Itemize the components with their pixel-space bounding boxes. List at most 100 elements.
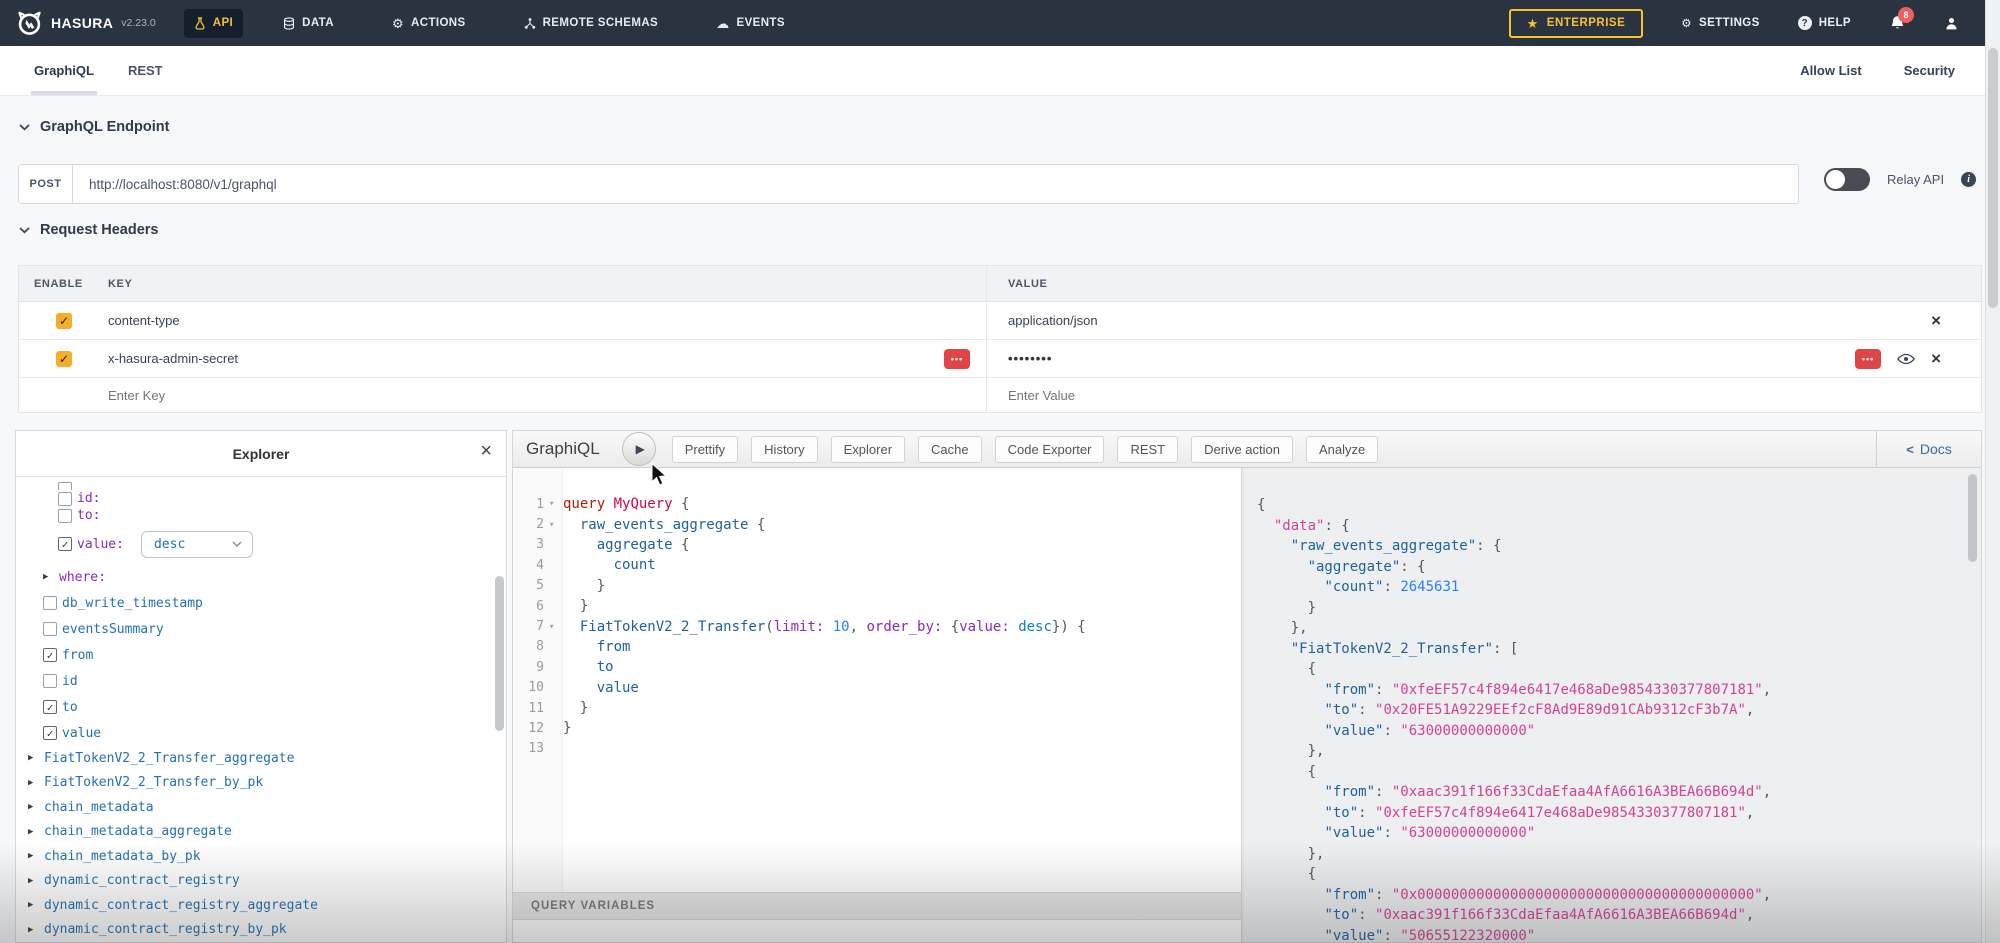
fold-arrow-icon[interactable]: ▾ (549, 499, 563, 509)
settings-button[interactable]: ⚙ SETTINGS (1681, 16, 1759, 30)
endpoint-section-toggle[interactable]: GraphQL Endpoint (19, 119, 169, 135)
expand-arrow-icon[interactable]: ▶ (43, 572, 54, 582)
derive-action-button[interactable]: Derive action (1191, 436, 1293, 463)
expand-arrow-icon[interactable]: ▶ (28, 851, 39, 861)
node-label[interactable]: FiatTokenV2_2_Transfer_by_pk (44, 775, 263, 790)
node-label[interactable]: value (62, 726, 101, 741)
query-variables-bar[interactable]: QUERY VARIABLES (513, 892, 1241, 920)
prettify-button[interactable]: Prettify (672, 436, 738, 463)
http-method-label: POST (19, 165, 73, 203)
code-exporter-button[interactable]: Code Exporter (995, 436, 1105, 463)
node-label[interactable]: chain_metadata (44, 800, 154, 815)
remove-header-icon[interactable]: × (1931, 350, 1941, 367)
expand-arrow-icon[interactable]: ▶ (28, 778, 39, 788)
query-variables-editor[interactable] (513, 920, 1241, 942)
rest-button[interactable]: REST (1117, 436, 1178, 463)
node-label[interactable]: dynamic_contract_registry_aggregate (44, 898, 318, 913)
subnav-links: Allow List Security (1800, 46, 1955, 95)
tab-rest[interactable]: REST (125, 46, 166, 95)
nav-item-actions[interactable]: ⚙ACTIONS (382, 9, 476, 38)
field-checkbox[interactable]: ✓ (43, 648, 57, 662)
brand[interactable]: HASURA v2.23.0 (16, 10, 156, 37)
field-checkbox[interactable] (43, 674, 57, 688)
node-label[interactable]: dynamic_contract_registry_by_pk (44, 922, 287, 937)
allow-list-link[interactable]: Allow List (1800, 63, 1861, 78)
field-checkbox[interactable] (43, 596, 57, 610)
admin-secret-icon[interactable]: ••• (944, 349, 970, 369)
user-menu-button[interactable] (1944, 16, 1959, 31)
explorer-button[interactable]: Explorer (831, 436, 905, 463)
expand-arrow-icon[interactable]: ▶ (28, 827, 39, 837)
field-checkbox[interactable]: ✓ (43, 700, 57, 714)
header-enabled-checkbox[interactable]: ✓ (56, 351, 72, 367)
node-label[interactable]: to: (77, 508, 100, 523)
analyze-button[interactable]: Analyze (1306, 436, 1378, 463)
node-label[interactable]: dynamic_contract_registry (44, 873, 240, 888)
header-key[interactable]: content-type (108, 313, 180, 328)
new-header-key-input[interactable] (108, 388, 898, 403)
node-label[interactable]: eventsSummary (62, 622, 164, 637)
notifications-button[interactable]: 8 (1889, 15, 1906, 32)
explorer-node-value: ✓ value (16, 720, 494, 746)
relay-api-toggle[interactable] (1824, 168, 1870, 191)
nav-item-events[interactable]: ☁EVENTS (706, 9, 795, 38)
response-scrollbar[interactable] (1968, 474, 1977, 562)
cache-button[interactable]: Cache (918, 436, 982, 463)
node-label[interactable]: value: (77, 537, 124, 552)
expand-arrow-icon[interactable]: ▶ (28, 753, 39, 763)
fold-arrow-icon[interactable]: ▾ (549, 622, 563, 632)
node-label[interactable]: id: (77, 491, 100, 506)
nav-item-remote-schemas[interactable]: REMOTE SCHEMAS (514, 9, 669, 38)
node-label[interactable]: id (62, 674, 78, 689)
header-key[interactable]: x-hasura-admin-secret (108, 351, 238, 366)
tab-graphiql[interactable]: GraphiQL (31, 46, 97, 95)
node-label[interactable]: to (62, 700, 78, 715)
expand-arrow-icon[interactable]: ▶ (28, 900, 39, 910)
execute-query-button[interactable]: ▶ (622, 432, 656, 466)
reveal-eye-icon[interactable] (1897, 353, 1915, 365)
node-label[interactable]: where: (59, 570, 106, 585)
request-headers-table: ENABLE KEY VALUE ✓ content-type applicat… (18, 265, 1982, 413)
header-value-masked[interactable]: •••••••• (1008, 351, 1052, 366)
explorer-node-partial (16, 478, 494, 490)
field-checkbox[interactable] (58, 482, 72, 490)
nav-item-api[interactable]: API (184, 9, 243, 38)
header-enabled-checkbox[interactable]: ✓ (56, 313, 72, 329)
expand-arrow-icon[interactable]: ▶ (28, 802, 39, 812)
fold-arrow-icon[interactable]: ▾ (549, 520, 563, 530)
field-checkbox[interactable] (58, 492, 72, 506)
graphiql-panel: GraphiQL ▶ PrettifyHistoryExplorerCacheC… (512, 430, 1982, 943)
expand-arrow-icon[interactable]: ▶ (28, 925, 39, 935)
security-link[interactable]: Security (1904, 63, 1955, 78)
info-icon[interactable]: i (1961, 172, 1976, 187)
node-label[interactable]: from (62, 648, 93, 663)
nav-right: ★ ENTERPRISE ⚙ SETTINGS ? HELP 8 (1509, 9, 1959, 38)
response-line: }, (1257, 618, 1963, 639)
history-button[interactable]: History (751, 436, 817, 463)
help-button[interactable]: ? HELP (1798, 16, 1851, 30)
node-label[interactable]: FiatTokenV2_2_Transfer_aggregate (44, 751, 294, 766)
new-header-value-input[interactable] (1008, 388, 1884, 403)
docs-button[interactable]: < Docs (1876, 431, 1981, 467)
admin-secret-icon[interactable]: ••• (1855, 349, 1881, 369)
field-checkbox[interactable] (43, 622, 57, 636)
close-icon[interactable]: × (480, 441, 492, 461)
header-value[interactable]: application/json (1008, 313, 1098, 328)
field-checkbox[interactable]: ✓ (43, 726, 57, 740)
page-scrollbar[interactable] (1985, 0, 2000, 943)
expand-arrow-icon[interactable]: ▶ (28, 876, 39, 886)
node-label[interactable]: db_write_timestamp (62, 596, 203, 611)
field-checkbox[interactable]: ✓ (58, 537, 72, 551)
order-direction-select[interactable]: desc (141, 531, 253, 558)
field-checkbox[interactable] (58, 509, 72, 523)
node-label[interactable]: chain_metadata_by_pk (44, 849, 201, 864)
nav-item-data[interactable]: DATA (273, 9, 344, 38)
query-editor[interactable]: 1▾query MyQuery {2▾ raw_events_aggregate… (513, 468, 1241, 942)
remove-header-icon[interactable]: × (1931, 312, 1941, 329)
page-scrollbar-thumb[interactable] (1988, 48, 1998, 308)
headers-section-toggle[interactable]: Request Headers (19, 222, 158, 238)
explorer-scrollbar[interactable] (495, 576, 504, 731)
enterprise-button[interactable]: ★ ENTERPRISE (1509, 9, 1644, 38)
node-label[interactable]: chain_metadata_aggregate (44, 824, 232, 839)
endpoint-url-input[interactable] (73, 165, 1798, 203)
